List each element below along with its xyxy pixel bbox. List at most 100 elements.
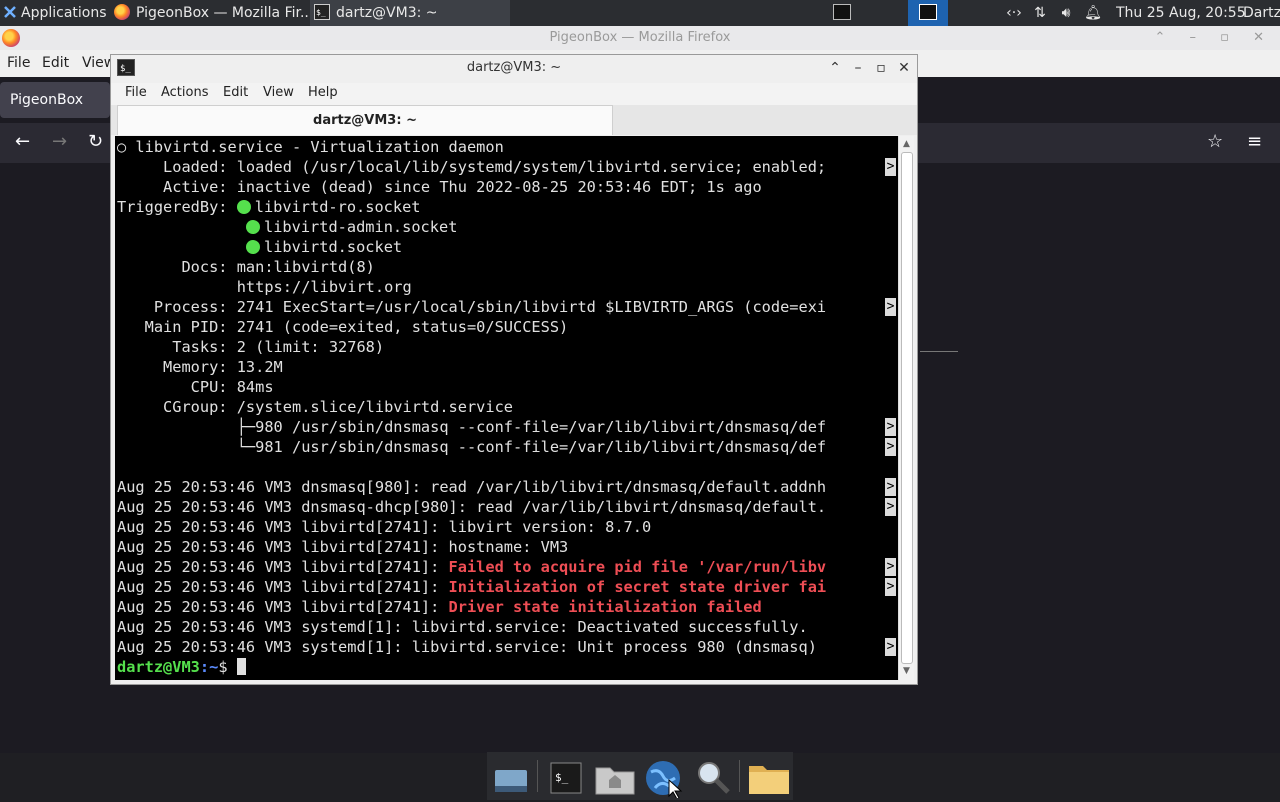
terminal-line: TriggeredBy: libvirtd-ro.socket [117,197,421,217]
terminal-line: Active: inactive (dead) since Thu 2022-0… [117,178,762,196]
text-cursor [236,658,246,675]
bookmark-star-icon[interactable]: ☆ [1207,131,1223,152]
roll-up-icon[interactable]: ⌃ [825,55,845,81]
truncation-marker: > [885,478,896,496]
close-icon[interactable]: ✕ [894,55,914,81]
truncation-marker: > [885,578,896,596]
terminal-menubar: File Actions Edit View Help [111,83,917,105]
web-browser-icon[interactable] [643,758,683,800]
taskbar-item-terminal[interactable]: dartz@VM3: ~ [310,0,510,26]
workspace-1-button[interactable] [822,0,862,26]
applications-label: Applications [21,5,107,21]
terminal-line: Memory: 13.2M [117,358,283,376]
socket-name: libvirtd.socket [264,238,403,256]
terminal-menu-actions[interactable]: Actions [161,85,209,100]
taskbar-item-firefox[interactable]: PigeonBox — Mozilla Fir... [110,0,308,26]
log-prefix: Aug 25 20:53:46 VM3 libvirtd[2741]: [117,598,449,616]
minimize-icon[interactable]: – [848,55,868,81]
terminal-menu-edit[interactable]: Edit [223,85,248,100]
terminal-thumbnail-icon [833,4,851,20]
triggered-label: TriggeredBy: [117,198,237,216]
forward-icon[interactable]: → [52,131,67,152]
user-menu[interactable]: Dartz [1243,0,1280,26]
terminal-line: CPU: 84ms [117,378,274,396]
firefox-menu-edit[interactable]: Edit [42,55,69,71]
truncation-marker: > [885,158,896,176]
terminal-line: ├─980 /usr/sbin/dnsmasq --conf-file=/var… [117,418,827,436]
top-panel: Applications ⋮ PigeonBox — Mozilla Fir..… [0,0,1280,26]
xfce-icon [4,6,16,18]
terminal-line: └─981 /usr/sbin/dnsmasq --conf-file=/var… [117,438,827,456]
terminal-tabbar: dartz@VM3: ~ [111,105,917,135]
truncation-marker: > [885,638,896,656]
terminal-thumbnail-icon [919,4,937,20]
scrollbar-thumb[interactable] [901,152,913,664]
terminal-line: Process: 2741 ExecStart=/usr/local/sbin/… [117,298,827,316]
log-prefix: Aug 25 20:53:46 VM3 libvirtd[2741]: [117,578,449,596]
shell-prompt[interactable]: dartz@VM3:~$ [117,657,246,677]
terminal-line: libvirtd-admin.socket [246,217,457,237]
divider [920,351,958,352]
notification-icon[interactable]: 🔔︎ [1081,0,1105,26]
terminal-window[interactable]: dartz@VM3: ~ ⌃ – ▫ ✕ File Actions Edit V… [110,54,918,685]
dock-separator [537,760,538,792]
active-dot-icon [236,200,251,214]
clock[interactable]: Thu 25 Aug, 20:55 [1116,0,1246,26]
terminal-tab[interactable]: dartz@VM3: ~ [117,105,613,135]
terminal-icon[interactable]: $_ [545,758,585,796]
socket-name: libvirtd-admin.socket [264,218,458,236]
show-desktop-icon[interactable] [491,758,531,796]
log-line: Aug 25 20:53:46 VM3 systemd[1]: libvirtd… [117,618,808,636]
terminal-menu-help[interactable]: Help [308,85,338,100]
back-icon[interactable]: ← [15,131,30,152]
workspace-2-button[interactable] [908,0,948,26]
dock-separator [739,760,740,792]
dock: $_ [487,752,793,800]
firefox-icon [2,29,20,47]
firefox-titlebar: PigeonBox — Mozilla Firefox ⌃ – ▫ ✕ [0,26,1280,50]
volume-icon[interactable]: 🔊︎ [1054,0,1078,26]
search-icon[interactable] [693,758,733,796]
terminal-line: Docs: man:libvirtd(8) [117,258,375,276]
home-folder-icon[interactable] [593,758,635,796]
applications-menu-button[interactable]: Applications ⋮ [0,0,108,26]
network-icon[interactable]: ‹·› [1002,0,1026,26]
truncation-marker: > [885,558,896,576]
terminal-line: Tasks: 2 (limit: 32768) [117,338,385,356]
log-line: Aug 25 20:53:46 VM3 libvirtd[2741]: libv… [117,518,652,536]
svg-text:$_: $_ [555,771,569,784]
scroll-down-icon[interactable]: ▼ [899,664,914,678]
log-line: Aug 25 20:53:46 VM3 systemd[1]: libvirtd… [117,638,827,656]
scroll-up-icon[interactable]: ▲ [899,137,914,151]
firefox-icon [114,4,130,20]
terminal-titlebar[interactable]: dartz@VM3: ~ ⌃ – ▫ ✕ [111,55,917,83]
terminal-line: Loaded: loaded (/usr/local/lib/systemd/s… [117,158,827,176]
terminal-line: https://libvirt.org [117,278,412,296]
log-prefix: Aug 25 20:53:46 VM3 libvirtd[2741]: [117,558,449,576]
maximize-icon[interactable]: ▫ [871,55,891,81]
transfer-icon[interactable]: ⇅ [1028,0,1052,26]
folder-icon[interactable] [747,758,789,796]
truncation-marker: > [885,298,896,316]
firefox-tab[interactable]: PigeonBox [0,82,110,118]
terminal-line: libvirtd.socket [246,237,402,257]
terminal-window-title: dartz@VM3: ~ [466,60,562,75]
terminal-menu-view[interactable]: View [263,85,294,100]
terminal-scrollbar[interactable]: ▲ ▼ [898,136,914,680]
error-message: Driver state initialization failed [448,598,762,616]
prompt-path: :~ [199,658,219,676]
hamburger-menu-icon[interactable]: ≡ [1247,131,1262,152]
error-message: Failed to acquire pid file '/var/run/lib… [448,558,827,576]
taskbar-label: dartz@VM3: ~ [336,5,438,21]
truncation-marker: > [885,438,896,456]
terminal-line: CGroup: /system.slice/libvirtd.service [117,398,514,416]
taskbar-label: PigeonBox — Mozilla Fir... [136,5,308,21]
log-line: Aug 25 20:53:46 VM3 libvirtd[2741]: host… [117,538,569,556]
terminal-menu-file[interactable]: File [125,85,147,100]
reload-icon[interactable]: ↻ [88,131,103,152]
log-line: Aug 25 20:53:46 VM3 dnsmasq-dhcp[980]: r… [117,498,827,516]
firefox-menu-file[interactable]: File [7,55,30,71]
terminal-output[interactable]: ○ libvirtd.service - Virtualization daem… [115,136,898,680]
prompt-user: dartz@VM3 [117,658,200,676]
firefox-window-buttons[interactable]: ⌃ – ▫ ✕ [1155,26,1275,50]
